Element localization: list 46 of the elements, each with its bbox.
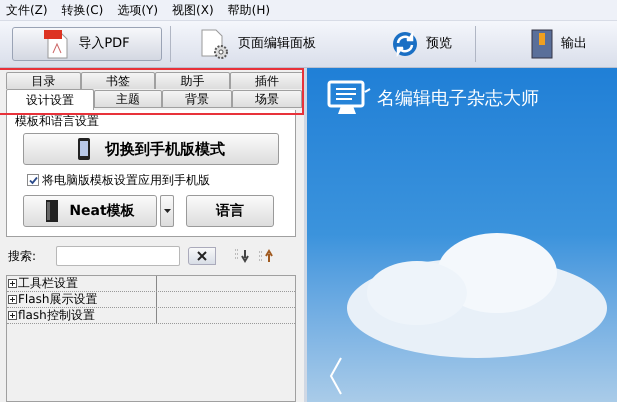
tab[interactable]: 设计设置 (6, 89, 94, 110)
caret-icon (164, 209, 170, 213)
expand-icon[interactable] (8, 294, 17, 304)
preview-title: 名编辑电子杂志大师 (377, 86, 539, 110)
template-button[interactable]: Neat模板 (23, 195, 157, 227)
expand-icon[interactable] (8, 278, 17, 288)
book-icon (531, 29, 553, 59)
mobile-mode-button[interactable]: 切换到手机版模式 (23, 133, 279, 165)
toolbar-button[interactable]: 预览 (377, 27, 467, 61)
menu-item[interactable]: 帮助(H) (228, 1, 270, 19)
refresh-icon (392, 31, 418, 57)
tab[interactable]: 场景 (232, 90, 302, 108)
tab[interactable]: 背景 (162, 90, 232, 108)
monitor-icon (327, 80, 371, 116)
sort-up-icon[interactable] (258, 248, 274, 262)
check-icon (28, 176, 38, 184)
checkbox[interactable] (27, 174, 39, 186)
tab[interactable]: 书签 (80, 72, 155, 89)
language-button[interactable]: 语言 (186, 195, 274, 227)
toolbar-button[interactable]: 导入PDF (12, 27, 162, 61)
tree-item[interactable]: flash控制设置 (18, 308, 95, 322)
book-icon (45, 199, 60, 223)
search-field[interactable] (56, 246, 180, 266)
toolbar-button[interactable]: 输出 (514, 27, 604, 61)
tree-item[interactable]: Flash展示设置 (18, 292, 98, 306)
phone-icon (77, 137, 91, 161)
toolbar-button[interactable]: 页面编辑面板 (183, 27, 333, 61)
document-gear-icon (200, 28, 230, 60)
checkbox-label: 将电脑版模板设置应用到手机版 (42, 172, 210, 189)
menu-item[interactable]: 视图(X) (172, 1, 214, 19)
tree-item[interactable]: 工具栏设置 (18, 276, 78, 290)
sort-down-icon[interactable] (234, 248, 250, 262)
menu-item[interactable]: 选项(Y) (117, 1, 158, 19)
clear-button[interactable] (188, 246, 216, 264)
close-icon (197, 250, 207, 260)
menu-item[interactable]: 文件(Z) (6, 1, 48, 19)
tab[interactable]: 主题 (94, 90, 162, 108)
section-title: 模板和语言设置 (14, 113, 100, 130)
search-label: 搜索: (8, 248, 38, 264)
tab[interactable]: 插件 (230, 72, 304, 89)
tab[interactable]: 目录 (6, 72, 80, 89)
expand-icon[interactable] (8, 310, 17, 320)
tab[interactable]: 助手 (155, 72, 230, 89)
menu-item[interactable]: 转换(C) (62, 1, 104, 19)
dropdown-button[interactable] (160, 195, 174, 227)
pdf-file-icon (44, 29, 70, 59)
